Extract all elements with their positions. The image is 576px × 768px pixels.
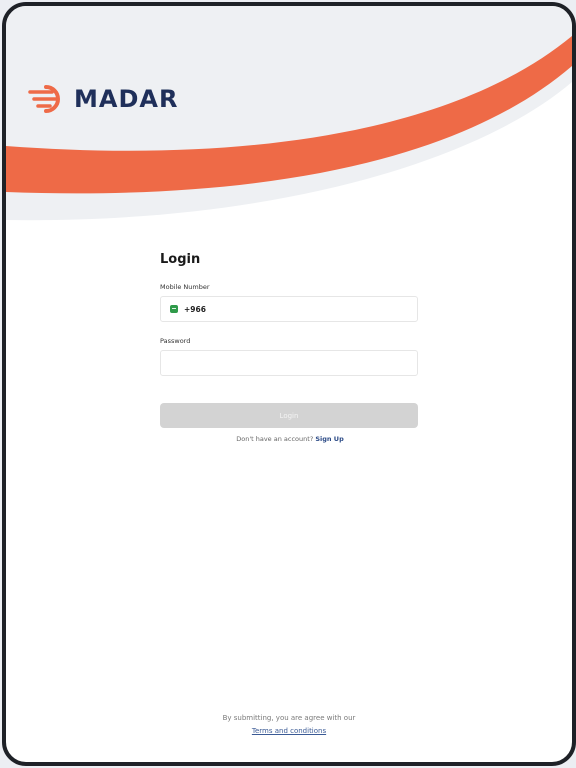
signup-prompt: Don't have an account? Sign Up bbox=[160, 435, 420, 443]
password-field-wrapper bbox=[160, 350, 418, 376]
signup-link[interactable]: Sign Up bbox=[315, 435, 343, 443]
terms-link[interactable]: Terms and conditions bbox=[252, 727, 326, 735]
header-wave bbox=[6, 6, 572, 221]
brand-logo: MADAR bbox=[28, 84, 178, 114]
password-label: Password bbox=[160, 337, 191, 345]
login-button[interactable]: Login bbox=[160, 403, 418, 428]
madar-logo-icon bbox=[28, 85, 60, 113]
country-dial-code: +966 bbox=[184, 304, 206, 314]
app-screen: MADAR Login Mobile Number +966 Password … bbox=[2, 2, 576, 766]
terms-notice: By submitting, you are agree with our bbox=[222, 714, 356, 722]
footer: By submitting, you are agree with our Te… bbox=[6, 712, 572, 738]
saudi-flag-icon bbox=[170, 305, 178, 313]
brand-name: MADAR bbox=[74, 85, 179, 113]
mobile-number-field[interactable]: +966 bbox=[160, 296, 418, 322]
signup-prompt-text: Don't have an account? bbox=[236, 435, 314, 443]
password-field[interactable] bbox=[161, 351, 417, 375]
mobile-number-label: Mobile Number bbox=[160, 283, 210, 291]
page-title: Login bbox=[160, 252, 201, 267]
login-form: Login Mobile Number +966 Password Login … bbox=[160, 252, 420, 443]
